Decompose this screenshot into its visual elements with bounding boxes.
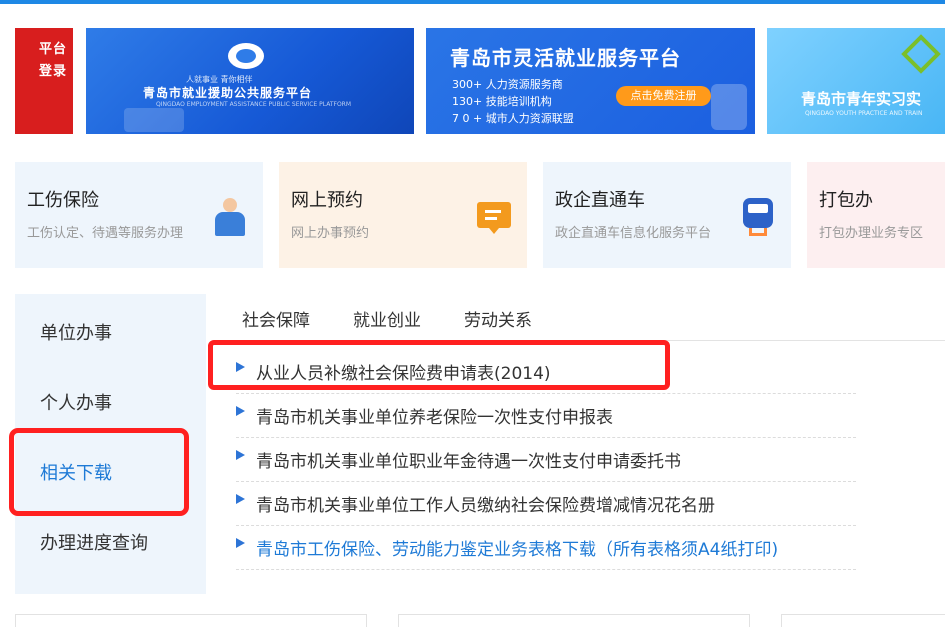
service-desc: 网上办事预约	[291, 226, 370, 241]
tab-social-security[interactable]: 社会保障	[242, 306, 310, 343]
download-title[interactable]: 青岛市机关事业单位工作人员缴纳社会保险费增减情况花名册	[256, 491, 715, 516]
banner-title: 青岛市就业援助公共服务平台	[143, 86, 313, 100]
bottom-panel	[781, 614, 945, 627]
download-link[interactable]: 青岛市工伤保险、劳动能力鉴定业务表格下载（所有表格须A4纸打印)	[236, 526, 856, 570]
service-card-online-booking[interactable]: 网上预约 网上办事预约	[279, 162, 527, 268]
banner-stat: 7 0 + 城市人力资源联盟	[452, 112, 574, 125]
download-link[interactable]: 青岛市机关事业单位工作人员缴纳社会保险费增减情况花名册	[236, 482, 856, 526]
nav-item-unit-affairs[interactable]: 单位办事	[15, 299, 206, 369]
banner-subtitle: QINGDAO YOUTH PRACTICE AND TRAIN	[805, 110, 923, 117]
illustration-icon	[124, 108, 184, 132]
triangle-bullet-icon	[236, 494, 245, 504]
platform-logo-icon	[228, 43, 264, 69]
triangle-bullet-icon	[236, 450, 245, 460]
nav-item-progress-query[interactable]: 办理进度查询	[15, 509, 206, 579]
free-register-button[interactable]: 点击免费注册	[616, 86, 711, 106]
internship-logo-icon	[901, 34, 941, 74]
banner-partial-left[interactable]: 平台 登录	[15, 28, 73, 134]
banner-stat: 300+ 人力资源服务商	[452, 78, 563, 91]
download-title[interactable]: 青岛市机关事业单位养老保险一次性支付申报表	[256, 403, 613, 428]
person-illustration-icon	[711, 84, 747, 130]
highlight-box-nav	[9, 428, 189, 516]
banner-title: 青岛市青年实习实	[801, 90, 922, 108]
banner-youth-internship[interactable]: 青岛市青年实习实 QINGDAO YOUTH PRACTICE AND TRAI…	[767, 28, 945, 134]
triangle-bullet-icon	[236, 406, 245, 416]
banner-text: 登录	[38, 64, 67, 79]
service-card-gov-enterprise[interactable]: 政企直通车 政企直通车信息化服务平台	[543, 162, 791, 268]
message-icon	[477, 198, 511, 236]
download-link[interactable]: 青岛市机关事业单位职业年金待遇一次性支付申请委托书	[236, 438, 856, 482]
tab-labor-relations[interactable]: 劳动关系	[464, 306, 532, 331]
download-link[interactable]: 青岛市机关事业单位养老保险一次性支付申报表	[236, 394, 856, 438]
banner-stat: 130+ 技能培训机构	[452, 95, 552, 108]
top-accent-bar	[0, 0, 945, 4]
service-desc: 打包办理业务专区	[819, 226, 924, 241]
banner-text: 平台	[38, 42, 67, 57]
service-desc: 工伤认定、待遇等服务办理	[27, 226, 184, 241]
banner-subtitle: QINGDAO EMPLOYMENT ASSISTANCE PUBLIC SER…	[156, 101, 352, 108]
banner-employment-assistance[interactable]: 人就事业 青你相伴 青岛市就业援助公共服务平台 QINGDAO EMPLOYME…	[86, 28, 414, 134]
banner-flexible-employment[interactable]: 青岛市灵活就业服务平台 300+ 人力资源服务商 130+ 技能培训机构 7 0…	[426, 28, 755, 134]
service-title: 打包办	[819, 190, 873, 211]
bottom-panel	[15, 614, 367, 627]
injured-worker-icon	[213, 198, 247, 236]
download-title[interactable]: 青岛市机关事业单位职业年金待遇一次性支付申请委托书	[256, 447, 681, 472]
download-title[interactable]: 青岛市工伤保险、劳动能力鉴定业务表格下载（所有表格须A4纸打印)	[256, 535, 778, 560]
train-icon	[741, 198, 775, 236]
highlight-box-list	[208, 340, 670, 390]
service-card-injury-insurance[interactable]: 工伤保险 工伤认定、待遇等服务办理	[15, 162, 263, 268]
bottom-panel	[398, 614, 750, 627]
tab-employment[interactable]: 就业创业	[353, 306, 421, 331]
category-tabs: 社会保障 就业创业 劳动关系	[236, 294, 945, 343]
triangle-bullet-icon	[236, 538, 245, 548]
service-card-package[interactable]: 打包办 打包办理业务专区	[807, 162, 945, 268]
banner-title: 青岛市灵活就业服务平台	[450, 46, 681, 70]
service-desc: 政企直通车信息化服务平台	[555, 226, 712, 241]
